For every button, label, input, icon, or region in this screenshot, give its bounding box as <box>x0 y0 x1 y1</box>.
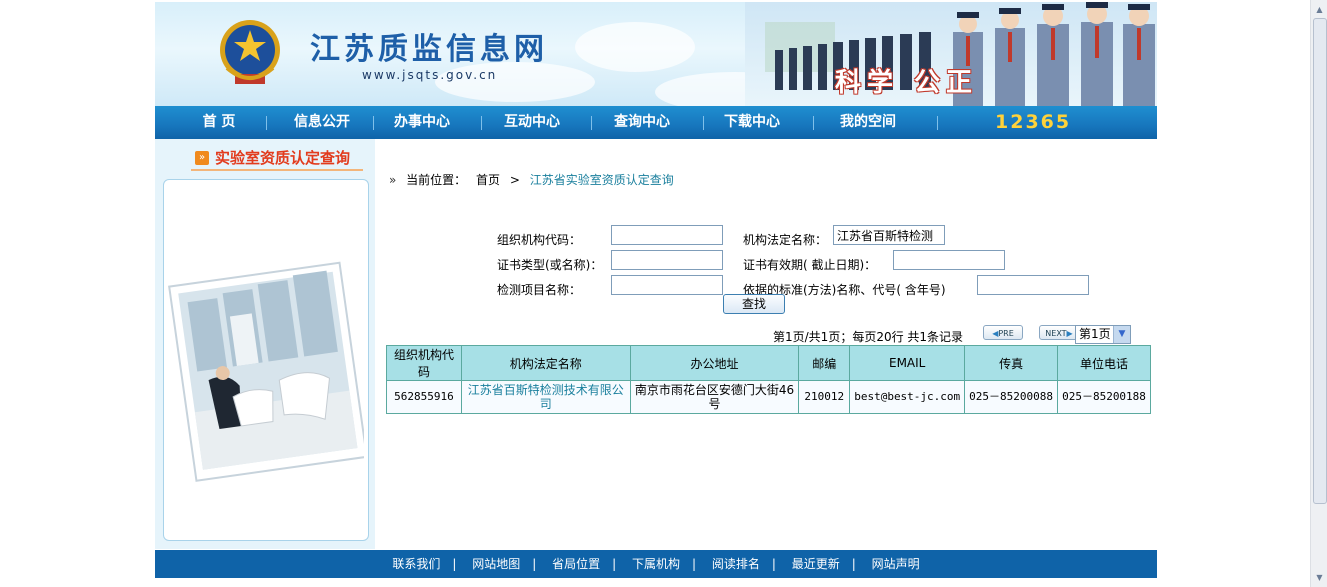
nav-item-service-center[interactable]: 办事中心 <box>385 106 459 139</box>
next-page-label: NEXT <box>1045 329 1067 338</box>
cell-email: best@best-jc.com <box>849 380 966 414</box>
legal-name-label: 机构法定名称： <box>743 233 828 247</box>
footer-separator: | <box>851 557 856 571</box>
footer-separator: | <box>771 557 776 571</box>
sidebar-panel <box>163 179 369 541</box>
org-code-label: 组织机构代码： <box>497 233 582 247</box>
column-header-phone: 单位电话 <box>1057 345 1151 381</box>
nav-item-interaction-center[interactable]: 互动中心 <box>495 106 569 139</box>
nav-separator <box>937 116 938 130</box>
hotline-number[interactable]: 12365 <box>995 106 1071 139</box>
page-select-value: 第1页 <box>1079 327 1111 341</box>
footer-separator: | <box>452 557 457 571</box>
site-url: www.jsqts.gov.cn <box>362 68 498 82</box>
office-photo-image <box>168 261 364 482</box>
next-page-button[interactable]: NEXT▶ <box>1039 325 1079 340</box>
page-select[interactable]: 第1页 ▼ <box>1075 325 1131 344</box>
national-emblem-icon <box>220 20 280 84</box>
footer-separator: | <box>532 557 537 571</box>
chevron-down-icon: ▼ <box>1113 326 1130 343</box>
nav-item-info-disclosure[interactable]: 信息公开 <box>285 106 359 139</box>
footer-separator: | <box>692 557 697 571</box>
arrow-right-icon: » <box>195 151 209 165</box>
cert-type-input[interactable] <box>611 250 723 270</box>
site-header: 江苏质监信息网 www.jsqts.gov.cn 科学 公正 <box>155 2 1157 106</box>
cell-org-code: 562855916 <box>386 380 462 414</box>
cell-phone: 025－85200188 <box>1057 380 1151 414</box>
legal-name-input[interactable] <box>833 225 945 245</box>
main-nav: 首 页 信息公开 办事中心 互动中心 查询中心 下载中心 我的空间 12365 <box>155 106 1157 139</box>
nav-item-download-center[interactable]: 下载中心 <box>715 106 789 139</box>
table-header-row: 组织机构代码 机构法定名称 办公地址 邮编 EMAIL 传真 单位电话 <box>386 345 1151 381</box>
cert-validity-input[interactable] <box>893 250 1005 270</box>
sidebar-title-bar: » 实验室资质认定查询 <box>163 145 367 171</box>
table-row: 562855916 江苏省百斯特检测技术有限公司 南京市雨花台区安德门大街46号… <box>386 380 1151 414</box>
column-header-fax: 传真 <box>964 345 1059 381</box>
cert-validity-label: 证书有效期( 截止日期)： <box>743 258 877 272</box>
site-footer: 联系我们 | 网站地图 | 省局位置 | 下属机构 | 阅读排名 | 最近更新 | 网站声明 <box>155 550 1157 578</box>
nav-separator <box>373 116 374 130</box>
main-content: » 当前位置： 首页 > 江苏省实验室资质认定查询 组织机构代码： 机构法定名称… <box>375 139 1157 549</box>
search-form: 组织机构代码： 机构法定名称： 证书类型(或名称)： 证书有效期( 截止日期)：… <box>385 219 1155 319</box>
breadcrumb-home-link[interactable]: 首页 <box>476 173 500 187</box>
scroll-up-icon[interactable]: ▲ <box>1312 2 1327 17</box>
prev-page-label: PRE <box>998 329 1014 338</box>
test-item-label: 检测项目名称： <box>497 283 582 297</box>
footer-link-subordinates[interactable]: 下属机构 <box>632 557 680 571</box>
vertical-scrollbar[interactable]: ▲ ▼ <box>1310 0 1327 587</box>
slogan-text: 科学 公正 <box>835 68 979 98</box>
results-table: 组织机构代码 机构法定名称 办公地址 邮编 EMAIL 传真 单位电话 5628… <box>386 345 1151 414</box>
column-header-address: 办公地址 <box>629 345 800 381</box>
double-arrow-icon: » <box>389 173 397 187</box>
footer-link-contact[interactable]: 联系我们 <box>392 557 440 571</box>
footer-link-reading-rank[interactable]: 阅读排名 <box>712 557 760 571</box>
nav-separator <box>703 116 704 130</box>
cell-address: 南京市雨花台区安德门大街46号 <box>629 380 800 414</box>
breadcrumb-current[interactable]: 江苏省实验室资质认定查询 <box>530 173 674 187</box>
nav-separator <box>591 116 592 130</box>
footer-link-sitemap[interactable]: 网站地图 <box>472 557 520 571</box>
pagination: 第1页/共1页；每页20行 共1条记录 ◀PRE NEXT▶ 第1页 ▼ <box>385 325 1155 345</box>
nav-separator <box>481 116 482 130</box>
cell-name-link[interactable]: 江苏省百斯特检测技术有限公司 <box>460 380 631 414</box>
cell-postcode: 210012 <box>798 380 851 414</box>
breadcrumb: » 当前位置： 首页 > 江苏省实验室资质认定查询 <box>389 171 680 188</box>
search-button[interactable]: 查找 <box>723 294 785 314</box>
breadcrumb-prefix: 当前位置： <box>406 173 467 187</box>
nav-item-query-center[interactable]: 查询中心 <box>605 106 679 139</box>
scroll-down-icon[interactable]: ▼ <box>1312 570 1327 585</box>
scroll-thumb[interactable] <box>1313 18 1327 504</box>
org-code-input[interactable] <box>611 225 723 245</box>
cert-type-label: 证书类型(或名称)： <box>497 258 603 272</box>
nav-separator <box>813 116 814 130</box>
page: 江苏质监信息网 www.jsqts.gov.cn 科学 公正 首 页 信息公开 … <box>155 2 1157 578</box>
nav-item-my-space[interactable]: 我的空间 <box>831 106 905 139</box>
arrow-right-icon: ▶ <box>1066 329 1073 338</box>
column-header-email: EMAIL <box>849 345 966 381</box>
sidebar-title: 实验室资质认定查询 <box>215 149 351 167</box>
footer-link-recent-updates[interactable]: 最近更新 <box>792 557 840 571</box>
site-title: 江苏质监信息网 <box>310 32 548 67</box>
nav-separator <box>266 116 267 130</box>
test-item-input[interactable] <box>611 275 723 295</box>
prev-page-button[interactable]: ◀PRE <box>983 325 1023 340</box>
pagination-info: 第1页/共1页；每页20行 共1条记录 <box>773 330 964 344</box>
breadcrumb-separator-icon: > <box>509 173 520 187</box>
column-header-org-code: 组织机构代码 <box>386 345 462 381</box>
column-header-postcode: 邮编 <box>798 345 851 381</box>
cell-fax: 025－85200088 <box>964 380 1059 414</box>
footer-separator: | <box>612 557 617 571</box>
sidebar: » 实验室资质认定查询 <box>155 139 375 549</box>
footer-link-statement[interactable]: 网站声明 <box>872 557 920 571</box>
nav-item-home[interactable]: 首 页 <box>183 106 255 139</box>
divider <box>191 169 363 171</box>
column-header-name: 机构法定名称 <box>460 345 631 381</box>
standard-input[interactable] <box>977 275 1089 295</box>
footer-link-location[interactable]: 省局位置 <box>552 557 600 571</box>
